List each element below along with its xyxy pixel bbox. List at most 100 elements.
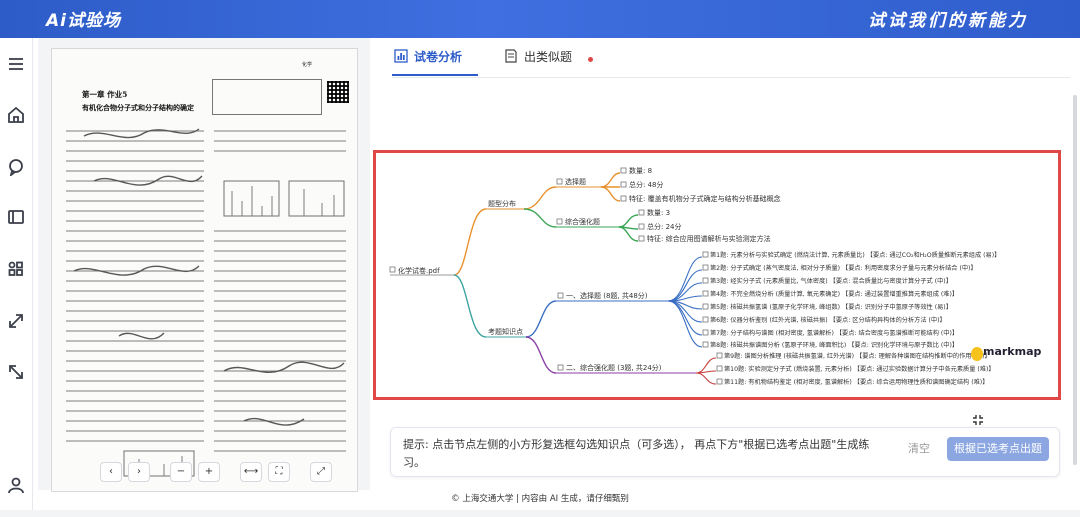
mindmap-leaf[interactable]: 总分: 24分 <box>638 222 682 231</box>
chat-icon[interactable] <box>7 158 25 178</box>
svg-text:第7题: 分子结构与谱图 (相对密度, 氢谱解析) 【要点:: 第7题: 分子结构与谱图 (相对密度, 氢谱解析) 【要点: 结合密度与氢谱推断… <box>710 329 958 337</box>
home-icon[interactable] <box>7 106 25 124</box>
mindmap-node-section-choice[interactable]: 一、选择题 (8题, 共48分) <box>557 291 648 300</box>
node-label: 综合强化题 <box>565 217 600 226</box>
mindmap-canvas[interactable]: 化学试卷.pdf 题型分布 考题知识点 选择题 综合强化题 数量: 8 总分: … <box>376 153 1058 397</box>
node-checkbox[interactable] <box>557 364 564 371</box>
fullscreen-button[interactable]: ⤢ <box>310 462 332 482</box>
svg-text:数量: 3: 数量: 3 <box>647 208 670 217</box>
mindmap-leaf[interactable]: 数量: 8 <box>620 166 652 175</box>
node-checkbox[interactable] <box>389 266 396 273</box>
tab-paper-analysis[interactable]: 试卷分析 <box>394 48 462 74</box>
mindmap-question-8[interactable]: 第8题: 核磁共振谱图分析 (氢原子环境, 峰面积比) 【要点: 识别化学环境与… <box>702 341 958 349</box>
document-toolbar: ‹ › − + ⟷ ⛶ ⤢ <box>100 462 332 486</box>
doc-chapter-title: 第一章 作业5 <box>82 90 128 99</box>
collapse-icon[interactable] <box>7 363 25 381</box>
doc-subject-title: 有机化合物分子式和分子结构的确定 <box>82 103 194 112</box>
node-checkbox[interactable] <box>556 178 563 185</box>
tab-paper-analysis-label: 试卷分析 <box>414 50 463 64</box>
zoom-in-button[interactable]: + <box>198 462 220 482</box>
mindmap-node-choice-type[interactable]: 选择题 <box>556 177 586 186</box>
bar-chart-icon <box>394 49 408 63</box>
svg-text:第9题: 谱图分析推理 (核磁共振氢谱, 红外光谱) 【要点: 第9题: 谱图分析推理 (核磁共振氢谱, 红外光谱) 【要点: 理解各种谱图在结… <box>724 352 991 360</box>
zoom-out-button[interactable]: − <box>170 462 192 482</box>
svg-text:数量: 8: 数量: 8 <box>629 166 652 175</box>
mindmap-node-section-comp[interactable]: 二、综合强化题 (3题, 共24分) <box>557 363 662 372</box>
node-label: 二、综合强化题 (3题, 共24分) <box>566 363 662 372</box>
svg-text:第6题: 仪器分析鉴别 (红外光谱, 核磁共振) 【要点:: 第6题: 仪器分析鉴别 (红外光谱, 核磁共振) 【要点: 区分结构异构体的分析… <box>710 316 946 324</box>
hint-text: 提示: 点击节点左侧的小方形复选框勾选知识点（可多选）， 再点下方"根据已选考点… <box>403 438 870 469</box>
next-page-button[interactable]: › <box>128 462 150 482</box>
mindmap-question-3[interactable]: 第3题: 经实分子式 (元素质量比, 气体密度) 【要点: 混合质量比与密度计算… <box>702 277 952 285</box>
left-nav-rail <box>0 38 33 517</box>
document-page[interactable]: 化学 第一章 作业5 有机化合物分子式和分子结构的确定 <box>51 48 358 492</box>
mindmap-root-label: 化学试卷.pdf <box>398 266 440 275</box>
mindmap-leaf[interactable]: 特征: 综合应用图谱解析与实验测定方法 <box>638 234 771 243</box>
tab-similar-questions-label: 出类似题 <box>524 50 573 64</box>
svg-text:总分: 24分: 总分: 24分 <box>647 222 682 231</box>
fit-width-button[interactable]: ⟷ <box>240 462 262 482</box>
tab-similar-questions[interactable]: 出类似题 <box>504 48 572 74</box>
mindmap-node-comp-type[interactable]: 综合强化题 <box>556 217 600 226</box>
panel-icon[interactable] <box>7 208 25 226</box>
node-label: 选择题 <box>565 177 586 186</box>
svg-text:第5题: 核磁共振氢谱 (氢原子化学环境, 峰组数) 【要点: 第5题: 核磁共振氢谱 (氢原子化学环境, 峰组数) 【要点: 识别分子中氢原子… <box>710 303 952 311</box>
node-checkbox[interactable] <box>557 292 564 299</box>
node-checkbox[interactable] <box>556 218 563 225</box>
generate-questions-button[interactable]: 根据已选考点出题 <box>947 437 1049 461</box>
mindmap-question-9[interactable]: 第9题: 谱图分析推理 (核磁共振氢谱, 红外光谱) 【要点: 理解各种谱图在结… <box>716 352 991 360</box>
mindmap-question-4[interactable]: 第4题: 不完全燃烧分析 (质量计算, 氧元素确定) 【要点: 通过装置增重推算… <box>702 290 958 298</box>
mindmap-leaf[interactable]: 数量: 3 <box>638 208 670 217</box>
expand-icon[interactable] <box>7 312 25 330</box>
mindmap-node-knowledge[interactable]: 考题知识点 <box>488 327 523 336</box>
bottom-strip <box>0 510 1080 517</box>
mindmap-node-root[interactable]: 化学试卷.pdf <box>389 266 440 275</box>
document-edit-icon <box>505 49 517 63</box>
mindmap-question-7[interactable]: 第7题: 分子结构与谱图 (相对密度, 氢谱解析) 【要点: 结合密度与氢谱推断… <box>702 329 958 337</box>
prev-page-button[interactable]: ‹ <box>100 462 122 482</box>
mindmap-question-1[interactable]: 第1题: 元素分析与实验式确定 (燃烧法计算, 元素质量比) 【要点: 通过CO… <box>702 251 1000 259</box>
fullscreen-icon[interactable] <box>972 414 984 426</box>
main-scrollbar[interactable] <box>1073 95 1077 465</box>
doc-header-text: 化学 <box>302 62 313 68</box>
mindmap-leaf[interactable]: 特征: 覆盖有机物分子式确定与结构分析基础概念 <box>620 194 781 203</box>
svg-text:第2题: 分子式确定 (蒸气密度法, 相对分子质量) 【要点: 第2题: 分子式确定 (蒸气密度法, 相对分子质量) 【要点: 利用密度求分子量… <box>710 264 977 272</box>
markmap-badge-icon <box>971 347 983 361</box>
mindmap-leaf[interactable]: 总分: 48分 <box>620 180 664 189</box>
active-tab-indicator <box>392 74 478 76</box>
app-root: Ai试验场 试试我们的新能力 化学 第一章 作业5 有机化合物分子式和分子结构的… <box>0 0 1080 517</box>
mindmap-question-11[interactable]: 第11题: 有机物结构鉴定 (相对密度, 氢谱解析) 【要点: 综合运用物理性质… <box>716 378 988 386</box>
mindmap-highlight-frame: 化学试卷.pdf 题型分布 考题知识点 选择题 综合强化题 数量: 8 总分: … <box>373 150 1061 400</box>
svg-text:特征: 综合应用图谱解析与实验测定方法: 特征: 综合应用图谱解析与实验测定方法 <box>647 234 771 243</box>
footer-disclaimer: © 上海交通大学 | 内容由 AI 生成，请仔细甄别 <box>451 494 629 504</box>
markmap-brand[interactable]: markmap <box>983 345 1041 358</box>
mindmap-node-type-distribution[interactable]: 题型分布 <box>488 199 516 208</box>
svg-text:特征: 覆盖有机物分子式确定与结构分析基础概念: 特征: 覆盖有机物分子式确定与结构分析基础概念 <box>629 194 781 203</box>
svg-text:第10题: 实验测定分子式 (燃烧装置, 元素分析) 【要点: 第10题: 实验测定分子式 (燃烧装置, 元素分析) 【要点: 通过实验数据计算… <box>724 365 995 373</box>
mindmap-question-2[interactable]: 第2题: 分子式确定 (蒸气密度法, 相对分子质量) 【要点: 利用密度求分子量… <box>702 264 977 272</box>
svg-text:总分: 48分: 总分: 48分 <box>629 180 664 189</box>
hint-bar: 提示: 点击节点左侧的小方形复选框勾选知识点（可多选）， 再点下方"根据已选考点… <box>390 427 1060 477</box>
mindmap-question-10[interactable]: 第10题: 实验测定分子式 (燃烧装置, 元素分析) 【要点: 通过实验数据计算… <box>716 365 995 373</box>
document-viewer: 化学 第一章 作业5 有机化合物分子式和分子结构的确定 <box>38 38 370 492</box>
clear-button[interactable]: 清空 <box>901 437 937 461</box>
node-label: 一、选择题 (8题, 共48分) <box>566 291 648 300</box>
node-label: 题型分布 <box>488 199 516 208</box>
svg-text:第3题: 经实分子式 (元素质量比, 气体密度) 【要点:: 第3题: 经实分子式 (元素质量比, 气体密度) 【要点: 混合质量比与密度计算… <box>710 277 952 285</box>
doc-qr-code <box>327 81 349 103</box>
tab-divider <box>392 77 1070 78</box>
apps-icon[interactable] <box>7 260 25 278</box>
fit-page-button[interactable]: ⛶ <box>268 462 290 482</box>
svg-text:第4题: 不完全燃烧分析 (质量计算, 氧元素确定) 【要点: 第4题: 不完全燃烧分析 (质量计算, 氧元素确定) 【要点: 通过装置增重推算… <box>710 290 958 298</box>
notification-dot <box>588 57 593 62</box>
svg-text:第8题: 核磁共振谱图分析 (氢原子环境, 峰面积比) 【要: 第8题: 核磁共振谱图分析 (氢原子环境, 峰面积比) 【要点: 识别化学环境与… <box>710 341 958 349</box>
doc-handwritten-content <box>66 128 346 477</box>
svg-text:第1题: 元素分析与实验式确定 (燃烧法计算, 元素质量比): 第1题: 元素分析与实验式确定 (燃烧法计算, 元素质量比) 【要点: 通过CO… <box>710 251 1000 259</box>
mindmap-question-5[interactable]: 第5题: 核磁共振氢谱 (氢原子化学环境, 峰组数) 【要点: 识别分子中氢原子… <box>702 303 952 311</box>
top-header: Ai试验场 试试我们的新能力 <box>0 0 1080 38</box>
mindmap-question-6[interactable]: 第6题: 仪器分析鉴别 (红外光谱, 核磁共振) 【要点: 区分结构异构体的分析… <box>702 316 946 324</box>
app-logo[interactable]: Ai试验场 <box>46 6 121 31</box>
node-label: 考题知识点 <box>488 327 523 336</box>
doc-answer-grid <box>212 79 322 115</box>
menu-icon[interactable] <box>7 55 25 73</box>
